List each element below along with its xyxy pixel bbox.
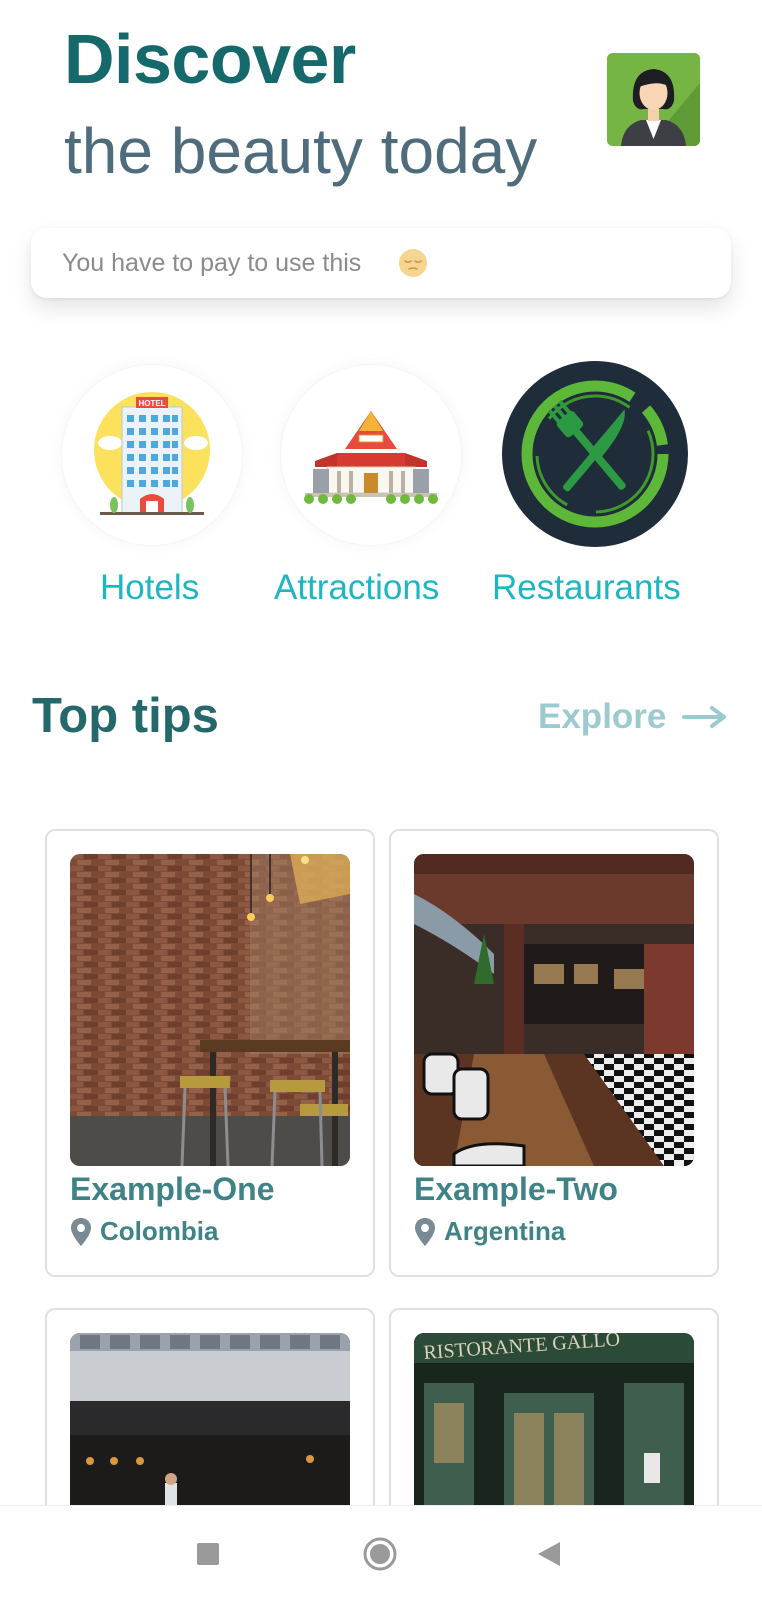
pensive-face-emoji (399, 249, 427, 277)
card-location-text: Argentina (444, 1216, 566, 1246)
category-label-attractions[interactable]: Attractions (274, 568, 439, 608)
storefront-photo (70, 1333, 350, 1533)
ristorante-storefront-photo: RISTORANTE GALLO (414, 1333, 694, 1533)
explore-label: Explore (538, 697, 667, 736)
arrow-right-icon (682, 706, 727, 728)
tip-card[interactable]: RISTORANTE GALLO (389, 1308, 719, 1533)
fork-knife-icon (521, 380, 669, 528)
tip-card[interactable] (45, 1308, 375, 1533)
recents-button[interactable] (196, 1542, 220, 1571)
app-screen: Discover the beauty today You have to pa… (0, 0, 762, 1600)
section-title-top-tips: Top tips (32, 689, 219, 743)
card-location: Argentina (414, 1216, 565, 1247)
user-avatar-icon (607, 53, 700, 146)
page-subtitle: the beauty today (64, 115, 538, 187)
restaurant-interior-photo (414, 854, 694, 1166)
card-title: Example-Two (414, 1171, 618, 1207)
tip-card[interactable]: Example-One Colombia (45, 829, 375, 1277)
page-title: Discover (64, 20, 356, 98)
svg-text:HOTEL: HOTEL (138, 399, 165, 408)
temple-icon (304, 411, 438, 504)
location-pin-icon (415, 1217, 435, 1246)
back-triangle-icon (538, 1542, 560, 1566)
restaurant-interior-photo (70, 854, 350, 1166)
category-attractions[interactable] (281, 365, 461, 545)
home-button[interactable] (362, 1536, 398, 1577)
search-bar[interactable] (31, 228, 731, 298)
category-label-restaurants[interactable]: Restaurants (492, 568, 681, 608)
category-restaurants[interactable] (502, 361, 688, 547)
category-hotels[interactable]: HOTEL (62, 365, 242, 545)
card-photo (70, 1333, 350, 1533)
hotel-icon: HOTEL (94, 392, 210, 515)
tip-card[interactable]: Example-Two Argentina (389, 829, 719, 1277)
card-photo (70, 854, 350, 1166)
square-icon (197, 1543, 219, 1565)
card-location: Colombia (70, 1216, 218, 1247)
avatar[interactable] (607, 53, 700, 146)
location-pin-icon (71, 1217, 91, 1246)
system-navigation-bar (0, 1505, 762, 1600)
header: Discover the beauty today (64, 20, 537, 188)
explore-link[interactable]: Explore (538, 697, 728, 737)
search-input[interactable] (62, 248, 392, 278)
back-button[interactable] (536, 1540, 562, 1573)
card-photo (414, 854, 694, 1166)
card-title: Example-One (70, 1171, 275, 1207)
circle-icon (363, 1537, 397, 1571)
category-label-hotels[interactable]: Hotels (100, 568, 199, 608)
card-location-text: Colombia (100, 1216, 219, 1246)
card-photo: RISTORANTE GALLO (414, 1333, 694, 1533)
